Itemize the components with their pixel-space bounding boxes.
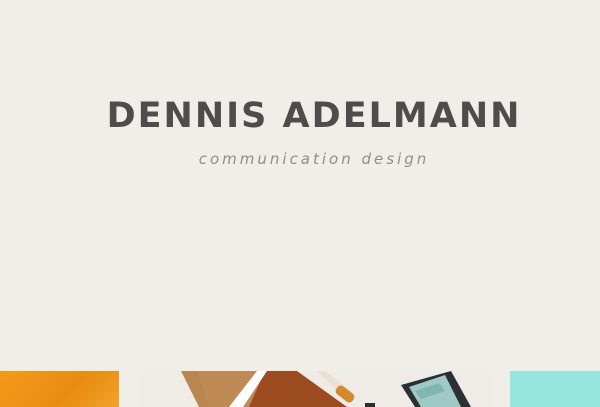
brown-envelope <box>249 371 347 407</box>
portfolio-grid <box>0 371 600 407</box>
stationery-image <box>181 371 471 407</box>
portfolio-tile-orange[interactable] <box>0 371 119 407</box>
portfolio-tile-stationery[interactable] <box>139 371 492 407</box>
portfolio-tile-cyan[interactable] <box>510 371 600 407</box>
hero-section: DENNIS ADELMANN communication design <box>0 0 600 371</box>
site-title[interactable]: DENNIS ADELMANN <box>0 96 600 136</box>
site-tagline: communication design <box>198 150 430 168</box>
dark-clip <box>365 403 375 407</box>
